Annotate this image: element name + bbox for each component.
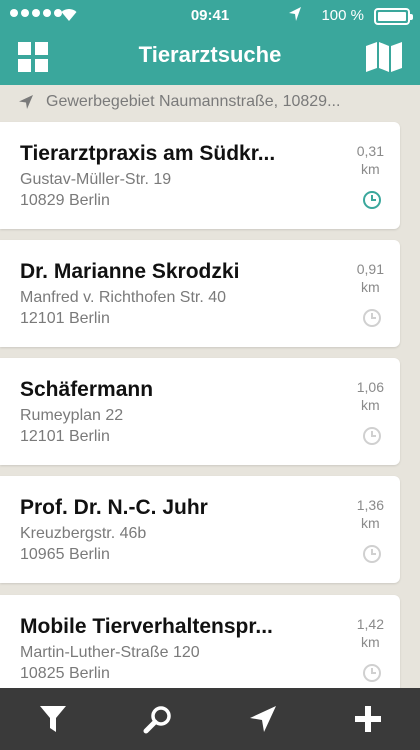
page-title: Tierarztsuche xyxy=(138,42,282,67)
vet-city: 10965 Berlin xyxy=(20,546,110,563)
list-item[interactable]: Mobile Tierverhaltenspr... Martin-Luther… xyxy=(0,595,400,702)
vet-name: Schäfermann xyxy=(20,378,154,401)
bottom-tab-bar xyxy=(0,688,420,750)
vet-city: 12101 Berlin xyxy=(20,428,110,445)
distance-unit: km xyxy=(361,515,380,531)
vet-street: Kreuzbergstr. 46b xyxy=(20,525,147,542)
plus-icon xyxy=(354,706,381,732)
distance-value: 0,31 xyxy=(356,143,384,159)
list-item[interactable]: Tierarztpraxis am Südkr... Gustav-Müller… xyxy=(0,122,400,229)
tab-add[interactable] xyxy=(315,688,420,750)
vet-name: Mobile Tierverhaltenspr... xyxy=(20,615,273,638)
vet-distance: 1,42 km xyxy=(357,615,384,651)
distance-unit: km xyxy=(361,634,380,650)
clock-icon xyxy=(363,545,381,563)
distance-value: 1,42 xyxy=(356,616,384,632)
battery-icon xyxy=(374,8,413,25)
vet-street: Gustav-Müller-Str. 19 xyxy=(20,171,172,188)
list-item[interactable]: Prof. Dr. N.-C. Juhr Kreuzbergstr. 46b 1… xyxy=(0,476,400,583)
location-arrow-icon xyxy=(19,95,33,109)
vet-city: 12101 Berlin xyxy=(20,310,110,327)
vet-name: Prof. Dr. N.-C. Juhr xyxy=(20,496,208,519)
tab-location[interactable] xyxy=(210,688,315,750)
vet-city: 10825 Berlin xyxy=(20,665,110,682)
vet-name: Tierarztpraxis am Südkr... xyxy=(20,142,276,165)
vet-street: Manfred v. Richthofen Str. 40 xyxy=(20,289,227,306)
vet-distance: 0,91 km xyxy=(357,260,384,296)
distance-value: 0,91 xyxy=(356,261,384,277)
current-location-bar[interactable]: Gewerbegebiet Naumannstraße, 10829... xyxy=(0,85,420,118)
distance-value: 1,06 xyxy=(356,379,384,395)
clock-icon xyxy=(363,427,381,445)
clock-icon xyxy=(363,191,381,209)
list-item[interactable]: Schäfermann Rumeyplan 22 12101 Berlin 1,… xyxy=(0,358,400,465)
distance-unit: km xyxy=(361,397,380,413)
location-arrow-icon xyxy=(249,706,276,732)
clock-icon xyxy=(363,664,381,682)
vet-street: Martin-Luther-Straße 120 xyxy=(20,644,200,661)
search-icon xyxy=(143,706,171,734)
tab-filter[interactable] xyxy=(0,688,105,750)
distance-unit: km xyxy=(361,279,380,295)
vet-street: Rumeyplan 22 xyxy=(20,407,124,424)
vet-name: Dr. Marianne Skrodzki xyxy=(20,260,240,283)
vet-distance: 1,06 km xyxy=(357,378,384,414)
distance-unit: km xyxy=(361,161,380,177)
map-icon[interactable] xyxy=(366,42,402,72)
status-bar: 09:41 100 % xyxy=(0,0,420,32)
tab-search[interactable] xyxy=(105,688,210,750)
vet-city: 10829 Berlin xyxy=(20,192,110,209)
top-bar: 09:41 100 % Tierarztsuche xyxy=(0,0,420,85)
list-item[interactable]: Dr. Marianne Skrodzki Manfred v. Richtho… xyxy=(0,240,400,347)
current-location-text: Gewerbegebiet Naumannstraße, 10829... xyxy=(46,93,341,110)
battery-percent: 100 % xyxy=(321,7,364,24)
location-services-icon xyxy=(289,7,301,21)
clock-icon xyxy=(363,309,381,327)
vet-distance: 0,31 km xyxy=(357,142,384,178)
distance-value: 1,36 xyxy=(356,497,384,513)
vet-distance: 1,36 km xyxy=(357,496,384,532)
filter-icon xyxy=(39,706,66,732)
